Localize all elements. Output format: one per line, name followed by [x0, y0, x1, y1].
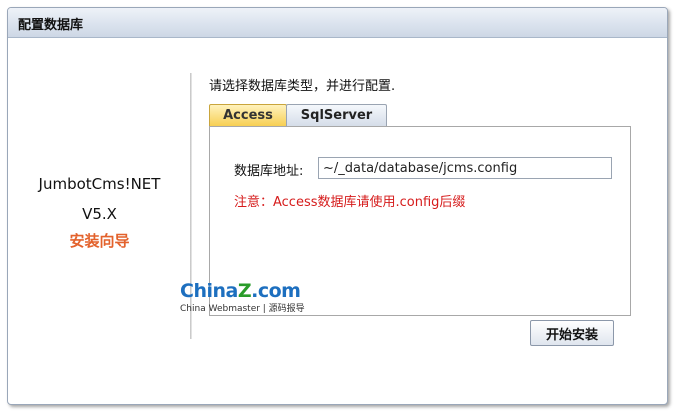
product-name: JumbotCms!NET — [38, 175, 161, 193]
db-address-label: 数据库地址: — [234, 164, 304, 179]
product-version: V5.X — [82, 205, 117, 223]
db-address-input[interactable] — [318, 157, 612, 179]
intro-text: 请选择数据库类型，并进行配置. — [209, 79, 396, 94]
watermark-logo: ChinaZ.com China Webmaster | 源码报导 — [180, 281, 305, 314]
install-window: 配置数据库 JumbotCms!NET V5.X 安装向导 请选择数据库类型，并… — [7, 7, 668, 405]
start-install-button[interactable]: 开始安装 — [530, 320, 614, 346]
watermark-subtext: China Webmaster | 源码报导 — [180, 304, 305, 314]
watermark-logo-b: Z — [237, 280, 252, 302]
product-info: JumbotCms!NET V5.X 安装向导 — [8, 38, 191, 404]
title-bar: 配置数据库 — [8, 8, 667, 38]
watermark-logo-c: .com — [251, 280, 301, 302]
tab-sqlserver[interactable]: SqlServer — [286, 104, 387, 126]
watermark-logo-text: ChinaZ.com — [180, 281, 305, 301]
product-subtitle: 安装向导 — [69, 232, 130, 250]
tab-access[interactable]: Access — [209, 104, 287, 126]
window-title: 配置数据库 — [18, 18, 84, 33]
access-note: 注意：Access数据库请使用.config后缀 — [234, 195, 466, 210]
watermark-logo-a: China — [180, 280, 238, 302]
